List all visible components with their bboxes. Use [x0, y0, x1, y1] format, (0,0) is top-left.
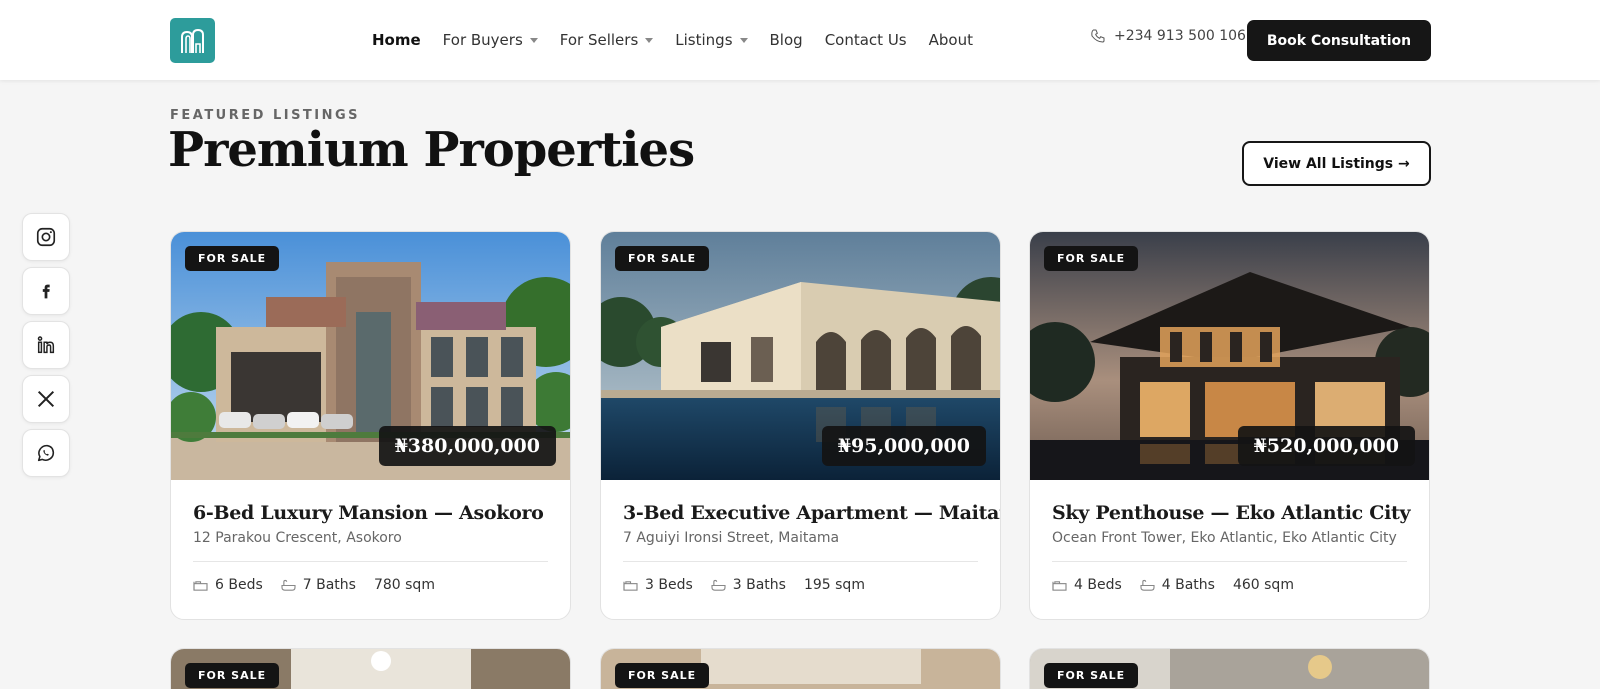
divider	[1052, 561, 1407, 562]
bath-icon	[711, 579, 726, 591]
site-header: Home For Buyers For Sellers Listings Blo…	[0, 0, 1600, 80]
section-title: Premium Properties	[168, 122, 695, 178]
listing-features: 3 Beds 3 Baths 195 sqm	[623, 577, 978, 593]
view-all-listings-button[interactable]: View All Listings →	[1242, 141, 1431, 186]
listing-features: 4 Beds 4 Baths 460 sqm	[1052, 577, 1407, 593]
listing-card[interactable]: FOR SALE	[600, 648, 1001, 689]
phone-icon	[1091, 29, 1105, 43]
bath-icon	[281, 579, 296, 591]
baths-feature: 7 Baths	[281, 577, 356, 593]
listing-card[interactable]: FOR SALE ₦380,000,000 6-Bed Luxury Mansi…	[170, 231, 571, 620]
nav-listings-label: Listings	[675, 31, 733, 49]
for-sale-badge: FOR SALE	[1044, 663, 1139, 688]
listing-photo[interactable]: FOR SALE	[601, 649, 1000, 689]
beds-feature: 3 Beds	[623, 577, 693, 593]
area-size: 780 sqm	[373, 577, 435, 593]
listing-card[interactable]: FOR SALE ₦95,000,000 3-Bed Executive Apa…	[600, 231, 1001, 620]
divider	[623, 561, 978, 562]
instagram-button[interactable]	[22, 213, 70, 261]
nav-for-sellers-label: For Sellers	[559, 31, 639, 49]
listing-price: ₦95,000,000	[821, 426, 986, 466]
nav-contact-us-label: Contact Us	[824, 31, 907, 49]
listing-card[interactable]: FOR SALE ₦520,000,000 Sky Penthouse — Ek…	[1029, 231, 1430, 620]
building-logo-icon[interactable]	[170, 18, 215, 63]
listing-address: 12 Parakou Crescent, Asokoro	[193, 530, 402, 546]
section-eyebrow: FEATURED LISTINGS	[170, 108, 361, 123]
for-sale-badge: FOR SALE	[185, 663, 280, 688]
area-feature: 780 sqm	[374, 577, 435, 593]
nav-for-buyers[interactable]: For Buyers	[443, 31, 538, 49]
nav-contact-us[interactable]: Contact Us	[825, 31, 907, 49]
x-button[interactable]	[22, 375, 70, 423]
book-consultation-button[interactable]: Book Consultation	[1247, 20, 1431, 61]
listing-features: 6 Beds 7 Baths 780 sqm	[193, 577, 548, 593]
area-size: 195 sqm	[803, 577, 865, 593]
for-sale-badge: FOR SALE	[185, 246, 280, 271]
caret-down-icon	[739, 37, 748, 43]
nav-about-label: About	[928, 31, 973, 49]
caret-down-icon	[529, 37, 538, 43]
beds-feature: 6 Beds	[193, 577, 263, 593]
baths-count: 3 Baths	[732, 577, 786, 593]
listing-photo[interactable]: FOR SALE ₦520,000,000	[1030, 232, 1429, 480]
beds-count: 6 Beds	[215, 577, 263, 593]
listing-photo[interactable]: FOR SALE ₦95,000,000	[601, 232, 1000, 480]
facebook-icon	[42, 284, 50, 299]
beds-feature: 4 Beds	[1052, 577, 1122, 593]
whatsapp-icon	[37, 444, 55, 462]
baths-count: 7 Baths	[302, 577, 356, 593]
listing-title[interactable]: 6-Bed Luxury Mansion — Asokoro	[193, 502, 548, 524]
listing-photo[interactable]: FOR SALE ₦380,000,000	[171, 232, 570, 480]
whatsapp-button[interactable]	[22, 429, 70, 477]
listing-photo[interactable]: FOR SALE	[1030, 649, 1429, 689]
listing-price: ₦380,000,000	[378, 426, 556, 466]
nav-about[interactable]: About	[929, 31, 973, 49]
for-sale-badge: FOR SALE	[615, 663, 710, 688]
x-icon	[37, 390, 55, 408]
listing-address: 7 Aguiyi Ironsi Street, Maitama	[623, 530, 840, 546]
area-feature: 195 sqm	[804, 577, 865, 593]
nav-listings[interactable]: Listings	[675, 31, 748, 49]
phone-number: +234 913 500 1063	[1114, 28, 1255, 44]
area-feature: 460 sqm	[1233, 577, 1294, 593]
linkedin-button[interactable]	[22, 321, 70, 369]
baths-feature: 3 Baths	[711, 577, 786, 593]
for-sale-badge: FOR SALE	[615, 246, 710, 271]
bath-icon	[1140, 579, 1155, 591]
listing-price: ₦520,000,000	[1237, 426, 1415, 466]
nav-home[interactable]: Home	[372, 31, 421, 49]
instagram-icon	[36, 227, 56, 247]
social-sidebar	[22, 213, 70, 477]
baths-feature: 4 Baths	[1140, 577, 1215, 593]
nav-home-label: Home	[372, 31, 421, 49]
nav-for-sellers[interactable]: For Sellers	[560, 31, 654, 49]
listing-title[interactable]: Sky Penthouse — Eko Atlantic City	[1052, 502, 1411, 524]
divider	[193, 561, 548, 562]
main-nav: Home For Buyers For Sellers Listings Blo…	[372, 0, 973, 80]
linkedin-icon	[37, 336, 55, 354]
listing-title[interactable]: 3-Bed Executive Apartment — Maitama	[623, 502, 1000, 524]
listing-card[interactable]: FOR SALE	[1029, 648, 1430, 689]
phone-link[interactable]: +234 913 500 1063	[1090, 28, 1255, 44]
area-size: 460 sqm	[1232, 577, 1294, 593]
bed-icon	[623, 580, 638, 591]
beds-count: 3 Beds	[645, 577, 693, 593]
listing-card[interactable]: FOR SALE	[170, 648, 571, 689]
nav-for-buyers-label: For Buyers	[442, 31, 523, 49]
listing-address: Ocean Front Tower, Eko Atlantic, Eko Atl…	[1052, 530, 1397, 546]
listing-photo[interactable]: FOR SALE	[171, 649, 570, 689]
beds-count: 4 Beds	[1074, 577, 1122, 593]
for-sale-badge: FOR SALE	[1044, 246, 1139, 271]
bed-icon	[193, 580, 208, 591]
bed-icon	[1052, 580, 1067, 591]
baths-count: 4 Baths	[1161, 577, 1215, 593]
nav-blog-label: Blog	[769, 31, 803, 49]
nav-blog[interactable]: Blog	[770, 31, 803, 49]
caret-down-icon	[645, 37, 654, 43]
facebook-button[interactable]	[22, 267, 70, 315]
